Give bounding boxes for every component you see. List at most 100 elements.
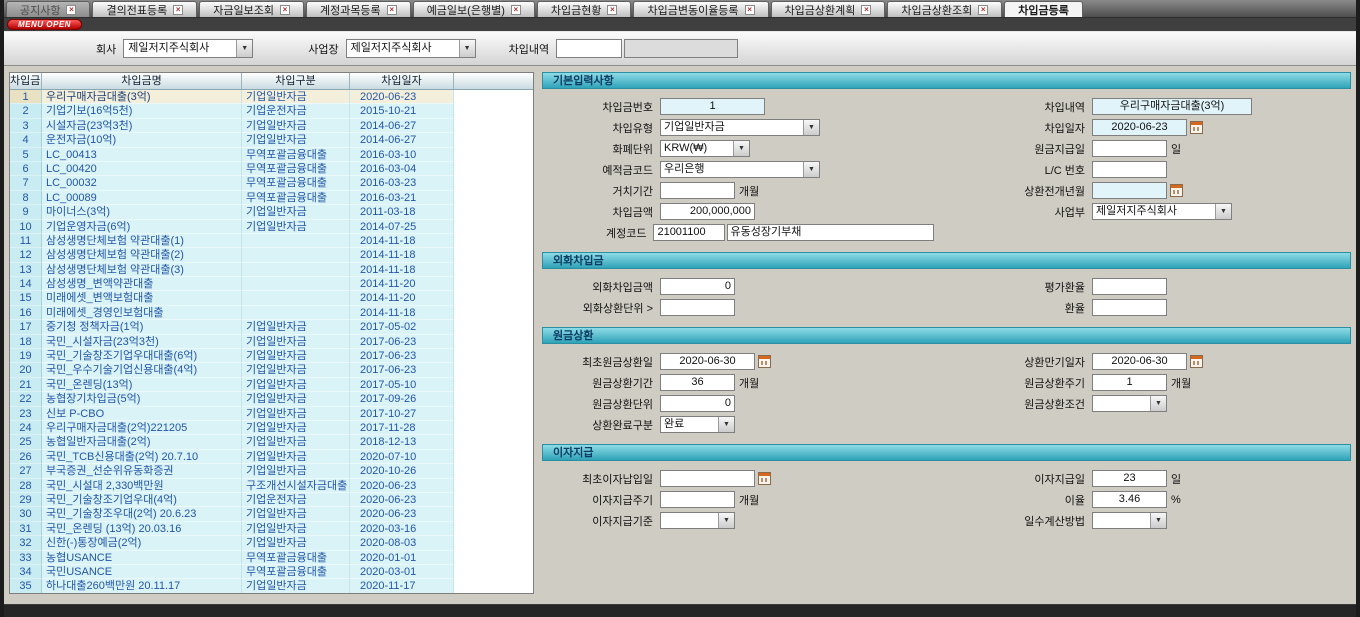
tab-차입금현황[interactable]: 차입금현황× — [537, 1, 632, 17]
tab-차입금등록[interactable]: 차입금등록 — [1004, 1, 1083, 17]
loan-detail-input[interactable] — [556, 39, 622, 58]
field-input[interactable]: 2020-06-23 — [1092, 119, 1187, 136]
field-combo[interactable]: 우리은행▼ — [660, 161, 820, 178]
dropdown-arrow-icon[interactable]: ▼ — [1150, 396, 1166, 411]
table-row[interactable]: 20국민_우수기술기업신용대출(4억)기업일반자금2017-06-23 — [10, 363, 533, 377]
field-combo[interactable]: 제일저지주식회사▼ — [1092, 203, 1232, 220]
calendar-icon[interactable] — [758, 355, 771, 368]
field-input[interactable]: 0 — [660, 278, 735, 295]
tab-자금일보조회[interactable]: 자금일보조회× — [199, 1, 304, 17]
table-row[interactable]: 10기업운영자금(6억)기업일반자금2014-07-25 — [10, 220, 533, 234]
table-row[interactable]: 4운전자금(10억)기업일반자금2014-06-27 — [10, 133, 533, 147]
table-row[interactable]: 17중기청 정책자금(1억)기업일반자금2017-05-02 — [10, 320, 533, 334]
field-input[interactable] — [660, 182, 735, 199]
calendar-icon[interactable] — [758, 472, 771, 485]
tab-close-icon[interactable]: × — [173, 5, 183, 15]
field-combo[interactable]: ▼ — [660, 512, 735, 529]
table-row[interactable]: 14삼성생명_변액약관대출2014-11-20 — [10, 277, 533, 291]
field-input[interactable]: 우리구매자금대출(3억) — [1092, 98, 1252, 115]
field-input[interactable] — [1092, 182, 1167, 199]
field-input[interactable]: 3.46 — [1092, 491, 1167, 508]
field-combo[interactable]: ▼ — [1092, 512, 1167, 529]
field-input[interactable]: 36 — [660, 374, 735, 391]
calendar-icon[interactable] — [1190, 355, 1203, 368]
field-input[interactable]: 2020-06-30 — [1092, 353, 1187, 370]
table-row[interactable]: 21국민_온렌딩(13억)기업일반자금2017-05-10 — [10, 378, 533, 392]
field-combo[interactable]: KRW(₩)▼ — [660, 140, 750, 157]
dropdown-arrow-icon[interactable]: ▼ — [733, 141, 749, 156]
table-row[interactable]: 6LC_00420무역포괄금융대출2016-03-04 — [10, 162, 533, 176]
table-row[interactable]: 29국민_기술창조기업우대(4억)기업운전자금2020-06-23 — [10, 493, 533, 507]
field-combo[interactable]: 완료▼ — [660, 416, 735, 433]
table-row[interactable]: 33농협USANCE무역포괄금융대출2020-01-01 — [10, 551, 533, 565]
dropdown-arrow-icon[interactable]: ▼ — [803, 120, 819, 135]
dropdown-arrow-icon[interactable]: ▼ — [803, 162, 819, 177]
table-row[interactable]: 8LC_00089무역포괄금융대출2016-03-21 — [10, 191, 533, 205]
tab-close-icon[interactable]: × — [387, 5, 397, 15]
tab-close-icon[interactable]: × — [978, 5, 988, 15]
tab-close-icon[interactable]: × — [511, 5, 521, 15]
field-input[interactable] — [660, 299, 735, 316]
table-row[interactable]: 22농협장기차입금(5억)기업일반자금2017-09-26 — [10, 392, 533, 406]
tab-close-icon[interactable]: × — [607, 5, 617, 15]
field-input[interactable] — [660, 491, 735, 508]
field-input[interactable]: 0 — [660, 395, 735, 412]
tab-close-icon[interactable]: × — [280, 5, 290, 15]
table-row[interactable]: 24우리구매자금대출(2억)221205기업일반자금2017-11-28 — [10, 421, 533, 435]
table-row[interactable]: 9마이너스(3억)기업일반자금2011-03-18 — [10, 205, 533, 219]
field-input[interactable] — [1092, 140, 1167, 157]
calendar-icon[interactable] — [1190, 121, 1203, 134]
table-row[interactable]: 34국민USANCE무역포괄금융대출2020-03-01 — [10, 565, 533, 579]
table-row[interactable]: 19국민_기술창조기업우대대출(6억)기업일반자금2017-06-23 — [10, 349, 533, 363]
tab-결의전표등록[interactable]: 결의전표등록× — [92, 1, 197, 17]
site-select[interactable]: 제일저지주식회사 ▼ — [346, 39, 476, 58]
table-row[interactable]: 31국민_온렌딩 (13억) 20.03.16기업일반자금2020-03-16 — [10, 522, 533, 536]
menu-open-button[interactable]: MENU OPEN — [7, 19, 82, 30]
dropdown-arrow-icon[interactable]: ▼ — [1150, 513, 1166, 528]
table-row[interactable]: 3시설자금(23억3천)기업일반자금2014-06-27 — [10, 119, 533, 133]
table-row[interactable]: 13삼성생명단체보험 약관대출(3)2014-11-18 — [10, 263, 533, 277]
table-row[interactable]: 12삼성생명단체보험 약관대출(2)2014-11-18 — [10, 248, 533, 262]
field-input[interactable]: 2020-06-30 — [660, 353, 755, 370]
table-row[interactable]: 35하나대출260백만원 20.11.17기업일반자금2020-11-17 — [10, 579, 533, 593]
field-input[interactable]: 21001100 — [653, 224, 724, 241]
table-row[interactable]: 5LC_00413무역포괄금융대출2016-03-10 — [10, 148, 533, 162]
field-input[interactable]: 23 — [1092, 470, 1167, 487]
table-row[interactable]: 2기업기보(16억5천)기업운전자금2015-10-21 — [10, 104, 533, 118]
table-row[interactable]: 32신한(-)통장예금(2억)기업일반자금2020-08-03 — [10, 536, 533, 550]
table-row[interactable]: 27부국증권_선순위유동화증권기업일반자금2020-10-26 — [10, 464, 533, 478]
table-row[interactable]: 28국민_시설대 2,330백만원구조개선시설자금대출2020-06-23 — [10, 479, 533, 493]
table-row[interactable]: 25농협일반자금대출(2억)기업일반자금2018-12-13 — [10, 435, 533, 449]
dropdown-arrow-icon[interactable]: ▼ — [718, 417, 734, 432]
tab-close-icon[interactable]: × — [745, 5, 755, 15]
field-input[interactable] — [1092, 278, 1167, 295]
field-input[interactable] — [1092, 161, 1167, 178]
field-input[interactable]: 1 — [1092, 374, 1167, 391]
field-input[interactable] — [660, 470, 755, 487]
table-row[interactable]: 15미래에셋_변액보험대출2014-11-20 — [10, 291, 533, 305]
tab-공지사항[interactable]: 공지사항× — [6, 1, 90, 17]
table-row[interactable]: 11삼성생명단체보험 약관대출(1)2014-11-18 — [10, 234, 533, 248]
company-select[interactable]: 제일저지주식회사 ▼ — [123, 39, 253, 58]
tab-차입금변동이율등록[interactable]: 차입금변동이율등록× — [633, 1, 768, 17]
table-row[interactable]: 7LC_00032무역포괄금융대출2016-03-23 — [10, 176, 533, 190]
tab-계정과목등록[interactable]: 계정과목등록× — [306, 1, 411, 17]
table-row[interactable]: 30국민_기술창조우대(2억) 20.6.23기업일반자금2020-06-23 — [10, 507, 533, 521]
tab-차입금상환조회[interactable]: 차입금상환조회× — [887, 1, 1002, 17]
table-row[interactable]: 26국민_TCB신용대출(2억) 20.7.10기업일반자금2020-07-10 — [10, 450, 533, 464]
field-input[interactable] — [1092, 299, 1167, 316]
table-row[interactable]: 18국민_시설자금(23억3천)기업일반자금2017-06-23 — [10, 335, 533, 349]
calendar-icon[interactable] — [1170, 184, 1183, 197]
tab-예금일보(은행별)[interactable]: 예금일보(은행별)× — [413, 1, 535, 17]
field-input[interactable]: 200,000,000 — [660, 203, 755, 220]
dropdown-arrow-icon[interactable]: ▼ — [718, 513, 734, 528]
table-row[interactable]: 16미래에셋_경영인보험대출2014-11-18 — [10, 306, 533, 320]
field-combo[interactable]: ▼ — [1092, 395, 1167, 412]
tab-close-icon[interactable]: × — [66, 5, 76, 15]
table-row[interactable]: 1우리구매자금대출(3억)기업일반자금2020-06-23 — [10, 90, 533, 104]
tab-close-icon[interactable]: × — [861, 5, 871, 15]
field-combo[interactable]: 기업일반자금▼ — [660, 119, 820, 136]
tab-차입금상환계획[interactable]: 차입금상환계획× — [771, 1, 886, 17]
dropdown-arrow-icon[interactable]: ▼ — [1215, 204, 1231, 219]
field-input[interactable]: 유동성장기부채 — [727, 224, 935, 241]
